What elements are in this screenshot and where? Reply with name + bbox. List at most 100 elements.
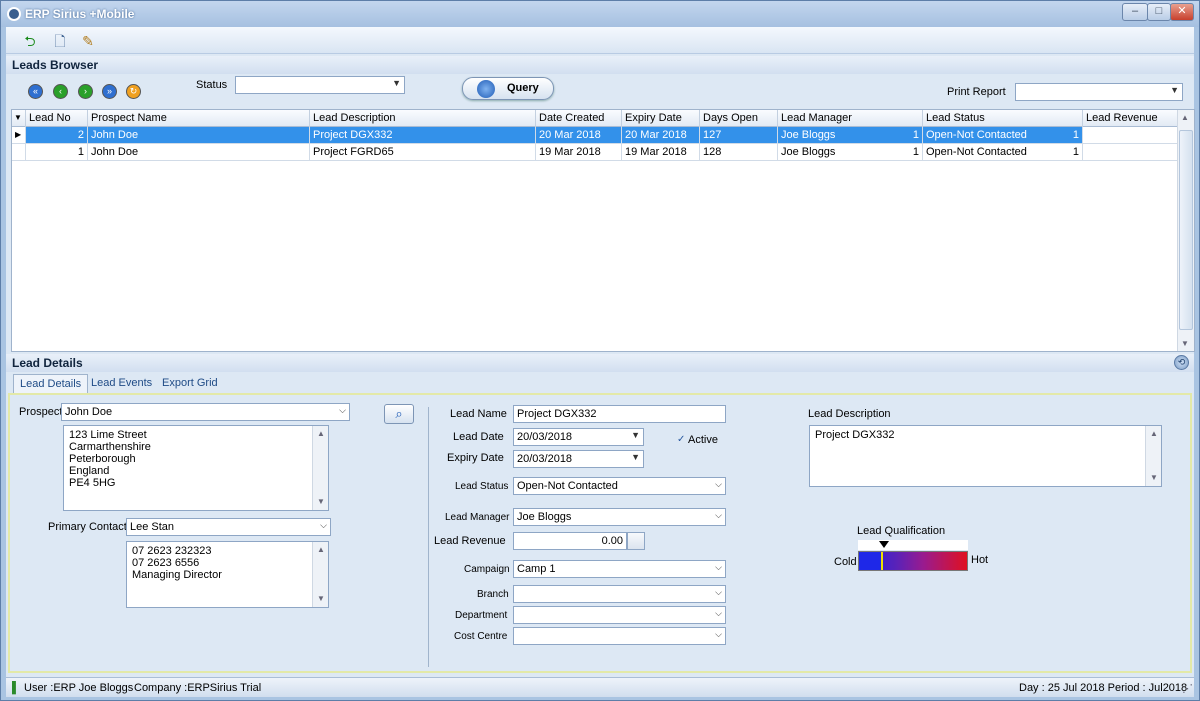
col-lead-status[interactable]: Lead Status [923, 110, 1083, 127]
branch-dropdown[interactable]: ⌵ [513, 585, 726, 603]
cell-lead-description: Project FGRD65 [310, 144, 536, 161]
primary-contact-dropdown[interactable]: Lee Stan ⌵ [126, 518, 331, 536]
col-days-open[interactable]: Days Open [700, 110, 778, 127]
prospect-dropdown[interactable]: John Doe ⌵ [61, 403, 350, 421]
chevron-down-icon: ⌵ [715, 587, 722, 597]
lead-revenue-input[interactable]: 0.00 [513, 532, 627, 550]
lead-status-value: Open-Not Contacted [517, 480, 618, 492]
tab-export-grid[interactable]: Export Grid [156, 374, 224, 393]
calculator-icon[interactable] [627, 532, 645, 550]
status-company: Company :ERPSirius Trial [134, 682, 262, 694]
lead-manager-dropdown[interactable]: Joe Bloggs ⌵ [513, 508, 726, 526]
col-lead-no[interactable]: Lead No [26, 110, 88, 127]
cell-lead-revenue [1083, 144, 1178, 161]
chevron-down-icon: ⌵ [715, 479, 722, 489]
scroll-up-icon[interactable]: ▲ [315, 428, 327, 440]
maximize-button[interactable]: □ [1147, 3, 1171, 21]
collapse-panel-icon[interactable]: ⟲ [1174, 355, 1189, 370]
client-area: ⮌ 🗋 ✎ Leads Browser « ‹ › » ↻ Status ▼ Q… [6, 27, 1195, 697]
lead-status-label: Lead Status [455, 481, 509, 492]
scroll-thumb[interactable] [1179, 130, 1193, 330]
col-prospect-name[interactable]: Prospect Name [88, 110, 310, 127]
hot-label: Hot [971, 554, 989, 566]
cost-centre-dropdown[interactable]: ⌵ [513, 627, 726, 645]
cell-lead-status: Open-Not Contacted [923, 127, 1073, 144]
lead-date-label: Lead Date [453, 431, 504, 443]
description-scrollbar[interactable]: ▲ ▼ [1145, 426, 1161, 486]
lead-status-dropdown[interactable]: Open-Not Contacted ⌵ [513, 477, 726, 495]
lead-revenue-label: Lead Revenue [434, 535, 506, 547]
chevron-down-icon: ⌵ [320, 520, 327, 530]
table-row[interactable]: 1 John Doe Project FGRD65 19 Mar 2018 19… [12, 144, 1178, 161]
contact-line: 07 2623 6556 [132, 557, 200, 569]
lead-qualification-label: Lead Qualification [857, 525, 946, 537]
app-window: ERP Sirius +Mobile – □ ✕ ⮌ 🗋 ✎ Leads Bro… [0, 0, 1200, 701]
cell-lead-description: Project DGX332 [310, 127, 536, 144]
table-row[interactable]: ▶ 2 John Doe Project DGX332 20 Mar 2018 … [12, 127, 1178, 144]
address-line: Peterborough [69, 453, 136, 465]
next-record-icon[interactable]: › [78, 84, 93, 99]
query-button[interactable]: Query [462, 77, 554, 100]
scroll-up-icon[interactable]: ▲ [1181, 113, 1189, 122]
department-dropdown[interactable]: ⌵ [513, 606, 726, 624]
address-scrollbar[interactable]: ▲ ▼ [312, 426, 328, 510]
scroll-down-icon[interactable]: ▼ [315, 593, 327, 605]
grid-scrollbar[interactable]: ▲ ▼ [1177, 110, 1194, 351]
binoculars-search-icon[interactable]: ⌕ [384, 404, 414, 424]
col-lead-description[interactable]: Lead Description [310, 110, 536, 127]
previous-record-icon[interactable]: ‹ [53, 84, 68, 99]
col-expiry-date[interactable]: Expiry Date [622, 110, 700, 127]
leads-browser-header: Leads Browser [6, 56, 1194, 74]
lead-qualification-slider[interactable] [858, 551, 968, 571]
back-arrow-icon[interactable]: ⮌ [20, 31, 40, 51]
chevron-down-icon: ⌵ [715, 608, 722, 618]
contact-line: Managing Director [132, 569, 222, 581]
chevron-down-icon: ▼ [631, 430, 640, 440]
lead-name-input[interactable]: Project DGX332 [513, 405, 726, 423]
leads-grid[interactable]: ▼ Lead No Prospect Name Lead Description… [11, 109, 1195, 352]
scroll-down-icon[interactable]: ▼ [315, 496, 327, 508]
print-report-dropdown[interactable]: ▼ [1015, 83, 1183, 101]
expiry-date-label: Expiry Date [447, 452, 504, 464]
prospect-address-box[interactable]: 123 Lime Street Carmarthenshire Peterbor… [63, 425, 329, 511]
lead-date-picker[interactable]: 20/03/2018 ▼ [513, 428, 644, 446]
col-date-created[interactable]: Date Created [536, 110, 622, 127]
qualification-track [858, 540, 968, 550]
scroll-down-icon[interactable]: ▼ [1148, 472, 1160, 484]
row-selector-header[interactable]: ▼ [12, 110, 26, 127]
scroll-up-icon[interactable]: ▲ [1148, 428, 1160, 440]
chevron-down-icon: ▼ [1170, 85, 1179, 95]
refresh-icon[interactable]: ↻ [126, 84, 141, 99]
contact-scrollbar[interactable]: ▲ ▼ [312, 542, 328, 607]
chevron-down-icon: ⌵ [715, 510, 722, 520]
first-record-icon[interactable]: « [28, 84, 43, 99]
status-dropdown[interactable]: ▼ [235, 76, 405, 94]
minimize-button[interactable]: – [1122, 3, 1148, 21]
cold-label: Cold [834, 556, 857, 568]
cell-lead-manager-id: 1 [907, 144, 923, 161]
close-button[interactable]: ✕ [1170, 3, 1194, 21]
cost-centre-label: Cost Centre [454, 631, 508, 642]
expiry-date-picker[interactable]: 20/03/2018 ▼ [513, 450, 644, 468]
scroll-up-icon[interactable]: ▲ [315, 544, 327, 556]
col-lead-manager[interactable]: Lead Manager [778, 110, 923, 127]
edit-document-icon[interactable]: ✎ [78, 31, 98, 51]
window-title: ERP Sirius +Mobile [25, 7, 135, 21]
lead-description-box[interactable]: Project DGX332 ▲ ▼ [809, 425, 1162, 487]
status-bar: ▌ User :ERP Joe Bloggs Company :ERPSiriu… [6, 677, 1194, 697]
chevron-down-icon: ⌵ [715, 629, 722, 639]
col-lead-revenue[interactable]: Lead Revenue [1083, 110, 1178, 127]
contact-details-box[interactable]: 07 2623 232323 07 2623 6556 Managing Dir… [126, 541, 329, 608]
qualification-pointer-icon[interactable] [879, 541, 889, 548]
last-record-icon[interactable]: » [102, 84, 117, 99]
address-line: PE4 5HG [69, 477, 116, 489]
tab-lead-events[interactable]: Lead Events [85, 374, 158, 393]
campaign-dropdown[interactable]: Camp 1 ⌵ [513, 560, 726, 578]
scroll-down-icon[interactable]: ▼ [1181, 339, 1189, 348]
tab-lead-details[interactable]: Lead Details [13, 374, 89, 393]
new-document-icon[interactable]: 🗋 [50, 31, 70, 51]
active-checkbox[interactable]: ✓ [677, 435, 687, 445]
resize-grip-icon[interactable]: ⋰ [1182, 682, 1193, 695]
cell-days-open: 127 [700, 127, 778, 144]
prospect-value: John Doe [65, 406, 113, 418]
